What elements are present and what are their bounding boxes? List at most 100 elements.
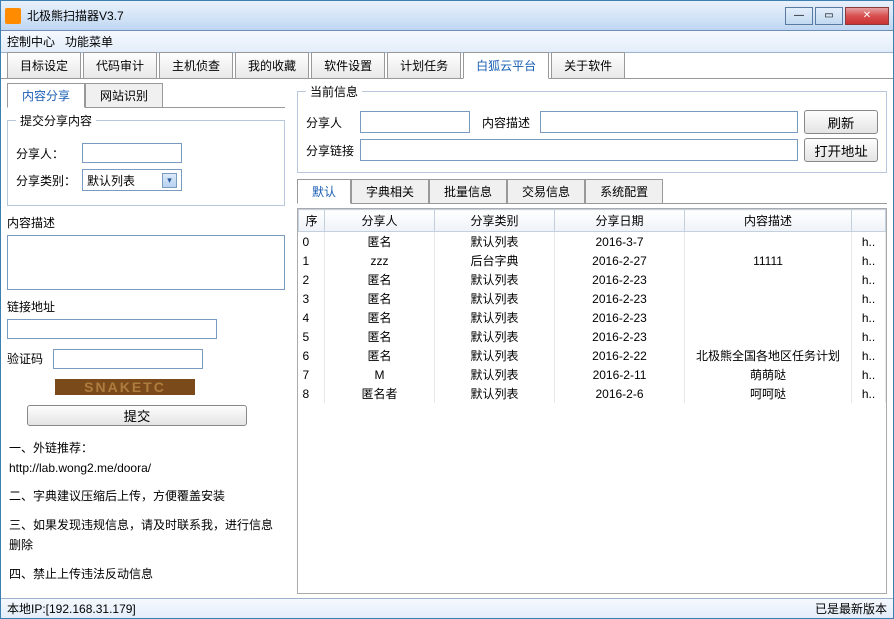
data-table-wrap: 序分享人分享类别分享日期内容描述 0匿名默认列表2016-3-7h..1zzz后…	[297, 208, 887, 594]
note-line: 三、如果发现违规信息，请及时联系我，进行信息删除	[9, 515, 283, 556]
cell: 呵呵哒	[685, 384, 852, 403]
app-window: 北极熊扫描器V3.7 — ▭ ✕ 控制中心 功能菜单 目标设定代码审计主机侦查我…	[0, 0, 894, 619]
cur-sharer-input[interactable]	[360, 111, 470, 133]
cell: 默认列表	[435, 346, 555, 365]
refresh-button[interactable]: 刷新	[804, 110, 878, 134]
cur-desc-input[interactable]	[540, 111, 798, 133]
cell: zzz	[325, 251, 435, 270]
window-title: 北极熊扫描器V3.7	[27, 7, 785, 24]
info-tab-1[interactable]: 字典相关	[351, 179, 429, 203]
cell	[685, 232, 852, 252]
col-header[interactable]	[852, 210, 886, 232]
minimize-button[interactable]: —	[785, 7, 813, 25]
table-row[interactable]: 0匿名默认列表2016-3-7h..	[299, 232, 886, 252]
open-url-button[interactable]: 打开地址	[804, 138, 878, 162]
main-tabs: 目标设定代码审计主机侦查我的收藏软件设置计划任务白狐云平台关于软件	[1, 53, 893, 79]
close-button[interactable]: ✕	[845, 7, 889, 25]
cell: 2016-2-22	[555, 346, 685, 365]
menubar: 控制中心 功能菜单	[1, 31, 893, 53]
cur-link-input[interactable]	[360, 139, 798, 161]
note-line: 一、外链推荐：	[9, 438, 283, 458]
info-tab-2[interactable]: 批量信息	[429, 179, 507, 203]
link-label: 链接地址	[7, 298, 285, 315]
table-row[interactable]: 6匿名默认列表2016-2-22北极熊全国各地区任务计划h..	[299, 346, 886, 365]
notes: 一、外链推荐：http://lab.wong2.me/doora/二、字典建议压…	[7, 436, 285, 594]
cell: h..	[852, 308, 886, 327]
category-select[interactable]: 默认列表 ▾	[82, 169, 182, 191]
col-header[interactable]: 内容描述	[685, 210, 852, 232]
main-tab-6[interactable]: 白狐云平台	[463, 52, 549, 79]
cur-sharer-label: 分享人	[306, 114, 354, 131]
cell: 5	[299, 327, 325, 346]
cell: 匿名	[325, 232, 435, 252]
current-info-fieldset: 当前信息 分享人 内容描述 刷新 分享链接 打开地址	[297, 83, 887, 173]
captcha-image[interactable]: SNAKETC	[55, 379, 195, 395]
submit-legend: 提交分享内容	[16, 112, 96, 129]
main-tab-4[interactable]: 软件设置	[311, 52, 385, 78]
cell: 7	[299, 365, 325, 384]
col-header[interactable]: 分享类别	[435, 210, 555, 232]
cell: 默认列表	[435, 384, 555, 403]
cell: 2016-2-23	[555, 327, 685, 346]
cell	[685, 289, 852, 308]
cell: 2016-2-11	[555, 365, 685, 384]
captcha-input[interactable]	[53, 349, 203, 369]
cell: h..	[852, 384, 886, 403]
sharer-label: 分享人：	[16, 145, 76, 162]
col-header[interactable]: 分享日期	[555, 210, 685, 232]
window-controls: — ▭ ✕	[785, 7, 889, 25]
cell: 萌萌哒	[685, 365, 852, 384]
info-tab-4[interactable]: 系统配置	[585, 179, 663, 203]
sub-tabs: 内容分享网站识别	[7, 83, 285, 108]
cell: 2	[299, 270, 325, 289]
menu-functions[interactable]: 功能菜单	[65, 33, 113, 50]
cell: 2016-2-27	[555, 251, 685, 270]
main-tab-7[interactable]: 关于软件	[551, 52, 625, 78]
sub-tab-0[interactable]: 内容分享	[7, 83, 85, 108]
status-version: 已是最新版本	[815, 600, 887, 617]
table-row[interactable]: 3匿名默认列表2016-2-23h..	[299, 289, 886, 308]
cell: 默认列表	[435, 289, 555, 308]
cell: M	[325, 365, 435, 384]
submit-button[interactable]: 提交	[27, 405, 247, 426]
maximize-button[interactable]: ▭	[815, 7, 843, 25]
client-area: 内容分享网站识别 提交分享内容 分享人： 分享类别： 默认列表 ▾ 内容描述 链…	[1, 79, 893, 598]
main-tab-2[interactable]: 主机侦查	[159, 52, 233, 78]
note-line: 二、字典建议压缩后上传，方便覆盖安装	[9, 486, 283, 506]
current-info-legend: 当前信息	[306, 83, 362, 100]
sharer-input[interactable]	[82, 143, 182, 163]
table-row[interactable]: 4匿名默认列表2016-2-23h..	[299, 308, 886, 327]
table-row[interactable]: 2匿名默认列表2016-2-23h..	[299, 270, 886, 289]
info-tab-3[interactable]: 交易信息	[507, 179, 585, 203]
main-tab-0[interactable]: 目标设定	[7, 52, 81, 78]
cell: 北极熊全国各地区任务计划	[685, 346, 852, 365]
table-row[interactable]: 8匿名者默认列表2016-2-6呵呵哒h..	[299, 384, 886, 403]
col-header[interactable]: 分享人	[325, 210, 435, 232]
data-table: 序分享人分享类别分享日期内容描述 0匿名默认列表2016-3-7h..1zzz后…	[298, 209, 886, 403]
main-tab-1[interactable]: 代码审计	[83, 52, 157, 78]
cell: 6	[299, 346, 325, 365]
cell: 匿名	[325, 308, 435, 327]
chevron-down-icon: ▾	[162, 173, 177, 188]
status-ip: 本地IP:[192.168.31.179]	[7, 600, 136, 617]
cell	[685, 308, 852, 327]
cell: h..	[852, 251, 886, 270]
link-input[interactable]	[7, 319, 217, 339]
main-tab-5[interactable]: 计划任务	[387, 52, 461, 78]
cell: 2016-2-23	[555, 270, 685, 289]
info-tab-0[interactable]: 默认	[297, 179, 351, 204]
table-row[interactable]: 7M默认列表2016-2-11萌萌哒h..	[299, 365, 886, 384]
main-tab-3[interactable]: 我的收藏	[235, 52, 309, 78]
table-row[interactable]: 5匿名默认列表2016-2-23h..	[299, 327, 886, 346]
cell: 匿名	[325, 289, 435, 308]
titlebar: 北极熊扫描器V3.7 — ▭ ✕	[1, 1, 893, 31]
cell: 2016-2-23	[555, 308, 685, 327]
col-header[interactable]: 序	[299, 210, 325, 232]
menu-control-center[interactable]: 控制中心	[7, 33, 55, 50]
cell: 1	[299, 251, 325, 270]
cell: 默认列表	[435, 365, 555, 384]
desc-textarea[interactable]	[7, 235, 285, 290]
sub-tab-1[interactable]: 网站识别	[85, 83, 163, 107]
cell: 默认列表	[435, 327, 555, 346]
table-row[interactable]: 1zzz后台字典2016-2-2711111h..	[299, 251, 886, 270]
